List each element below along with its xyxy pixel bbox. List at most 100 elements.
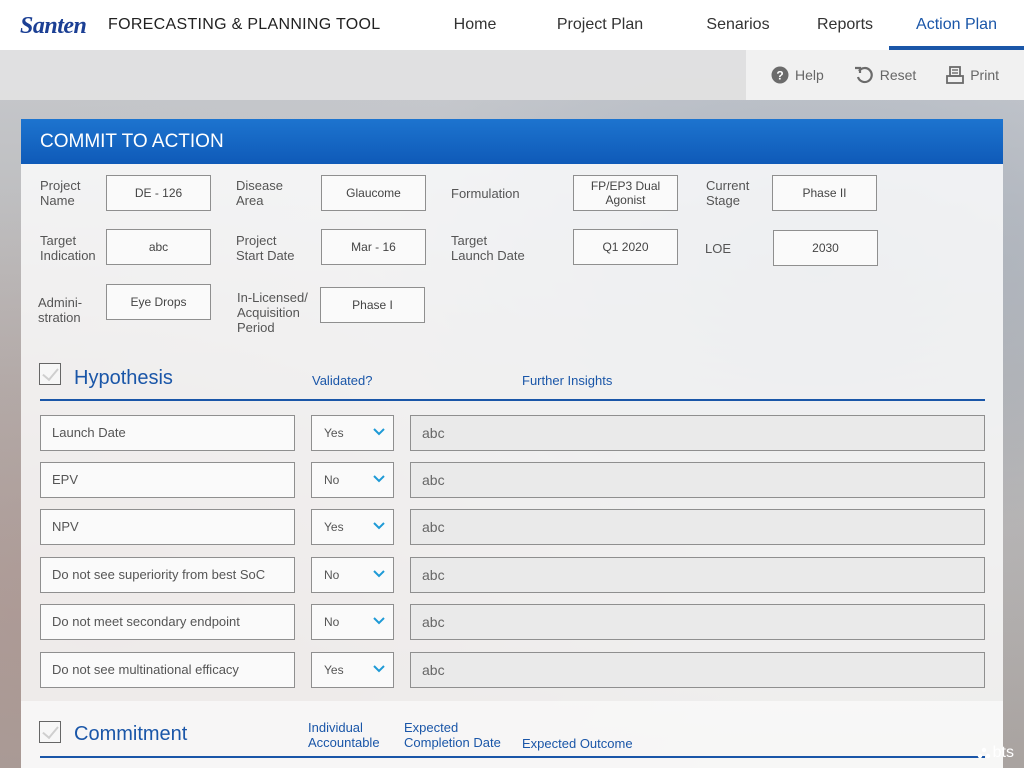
- in-licensed-label-line3: Period: [237, 320, 275, 335]
- project-start-date-label-line1: Project: [236, 233, 277, 248]
- target-launch-date-label-line1: Target: [451, 233, 488, 248]
- in-licensed-label-line2: Acquisition: [237, 305, 300, 320]
- disease-area-label: Disease Area: [236, 178, 283, 208]
- chevron-down-icon: [373, 475, 385, 483]
- expected-outcome-header: Expected Outcome: [522, 736, 633, 751]
- hypothesis-row-label: Do not see multinational efficacy: [40, 652, 295, 688]
- help-label: Help: [794, 67, 824, 83]
- formulation-field[interactable]: FP/EP3 Dual Agonist: [573, 175, 678, 211]
- individual-accountable-line2: Accountable: [308, 735, 380, 750]
- help-icon: ?: [771, 66, 789, 84]
- nav-action-plan[interactable]: Action Plan: [889, 0, 1024, 50]
- project-name-label-line2: Name: [40, 193, 75, 208]
- validated-select[interactable]: No: [311, 604, 394, 640]
- validated-select[interactable]: No: [311, 462, 394, 498]
- print-icon: [946, 66, 965, 84]
- in-licensed-field[interactable]: Phase I: [320, 287, 425, 323]
- validated-value: Yes: [324, 520, 344, 534]
- reset-button[interactable]: Reset: [854, 66, 916, 84]
- in-licensed-label-line1: In-Licensed/: [237, 290, 308, 305]
- hypothesis-row-label: EPV: [40, 462, 295, 498]
- commitment-divider: [40, 756, 985, 758]
- print-button[interactable]: Print: [946, 66, 999, 84]
- formulation-value-line2: Agonist: [605, 193, 646, 207]
- project-name-label-line1: Project: [40, 178, 81, 193]
- validated-select[interactable]: No: [311, 557, 394, 593]
- validated-value: Yes: [324, 426, 344, 440]
- help-button[interactable]: ? Help: [771, 66, 824, 84]
- administration-label-line1: Admini-: [38, 295, 83, 310]
- app-title: FORECASTING & PLANNING TOOL: [108, 16, 381, 33]
- sub-toolbar: ? Help Reset Print: [0, 50, 1024, 100]
- commitment-title: Commitment: [74, 723, 188, 745]
- target-launch-date-label: Target Launch Date: [451, 233, 525, 263]
- validated-value: No: [324, 615, 340, 629]
- chevron-down-icon: [373, 522, 385, 530]
- disease-area-label-line2: Area: [236, 193, 264, 208]
- nav-project-plan[interactable]: Project Plan: [544, 0, 656, 50]
- current-stage-label-line2: Stage: [706, 193, 740, 208]
- bts-dots-icon: [977, 747, 990, 759]
- expected-completion-line2: Completion Date: [404, 735, 501, 750]
- chevron-down-icon: [373, 570, 385, 578]
- insight-input[interactable]: abc: [410, 652, 985, 688]
- validated-select[interactable]: Yes: [311, 415, 394, 451]
- print-label: Print: [970, 67, 1000, 83]
- validated-select[interactable]: Yes: [311, 652, 394, 688]
- hypothesis-row-label: Launch Date: [40, 415, 295, 451]
- insight-input[interactable]: abc: [410, 604, 985, 640]
- disease-area-field[interactable]: Glaucome: [321, 175, 426, 211]
- hypothesis-checkbox[interactable]: [39, 363, 61, 385]
- top-nav-bar: Santen FORECASTING & PLANNING TOOL Home …: [0, 0, 1024, 50]
- nav-reports[interactable]: Reports: [806, 0, 884, 50]
- administration-label: Admini- stration: [38, 295, 82, 325]
- hypothesis-row-label: Do not see superiority from best SoC: [40, 557, 295, 593]
- nav-senarios[interactable]: Senarios: [696, 0, 780, 50]
- project-start-date-label: Project Start Date: [236, 233, 295, 263]
- nav-home[interactable]: Home: [442, 0, 508, 50]
- project-start-date-label-line2: Start Date: [236, 248, 295, 263]
- project-name-label: Project Name: [40, 178, 80, 208]
- administration-field[interactable]: Eye Drops: [106, 284, 211, 320]
- commit-to-action-panel: COMMIT TO ACTION Project Name DE - 126 D…: [21, 119, 1003, 768]
- current-stage-label-line1: Current: [706, 178, 750, 193]
- target-launch-date-label-line2: Launch Date: [451, 248, 525, 263]
- validated-select[interactable]: Yes: [311, 509, 394, 545]
- validated-value: No: [324, 568, 340, 582]
- project-name-field[interactable]: DE - 126: [106, 175, 211, 211]
- expected-completion-date-header: Expected Completion Date: [404, 720, 501, 750]
- hypothesis-title: Hypothesis: [74, 367, 173, 389]
- panel-title: COMMIT TO ACTION: [21, 119, 1003, 164]
- chevron-down-icon: [373, 617, 385, 625]
- chevron-down-icon: [373, 665, 385, 673]
- current-stage-label: Current Stage: [706, 178, 749, 208]
- target-launch-date-field[interactable]: Q1 2020: [573, 229, 678, 265]
- insight-input[interactable]: abc: [410, 509, 985, 545]
- commitment-checkbox[interactable]: [39, 721, 61, 743]
- insight-input[interactable]: abc: [410, 415, 985, 451]
- santen-logo: Santen: [20, 12, 87, 40]
- svg-text:?: ?: [776, 69, 783, 83]
- disease-area-label-line1: Disease: [236, 178, 283, 193]
- reset-icon: [854, 66, 873, 84]
- toolbar-actions: ? Help Reset Print: [746, 50, 1024, 100]
- insight-input[interactable]: abc: [410, 462, 985, 498]
- individual-accountable-header: Individual Accountable: [308, 720, 380, 750]
- current-stage-field[interactable]: Phase II: [772, 175, 877, 211]
- bts-logo: bts: [977, 744, 1014, 762]
- in-licensed-label: In-Licensed/ Acquisition Period: [237, 290, 308, 335]
- commitment-section: Commitment Individual Accountable Expect…: [21, 701, 1003, 768]
- bts-text: bts: [992, 744, 1014, 761]
- target-indication-label-line2: Indication: [40, 248, 96, 263]
- validated-value: No: [324, 473, 340, 487]
- hypothesis-divider: [40, 399, 985, 401]
- loe-field[interactable]: 2030: [773, 230, 878, 266]
- validated-column-header: Validated?: [312, 373, 373, 388]
- formulation-label: Formulation: [451, 186, 520, 201]
- target-indication-field[interactable]: abc: [106, 229, 211, 265]
- loe-label: LOE: [705, 241, 732, 256]
- insight-input[interactable]: abc: [410, 557, 985, 593]
- project-start-date-field[interactable]: Mar - 16: [321, 229, 426, 265]
- target-indication-label-line1: Target: [40, 233, 77, 248]
- chevron-down-icon: [373, 428, 385, 436]
